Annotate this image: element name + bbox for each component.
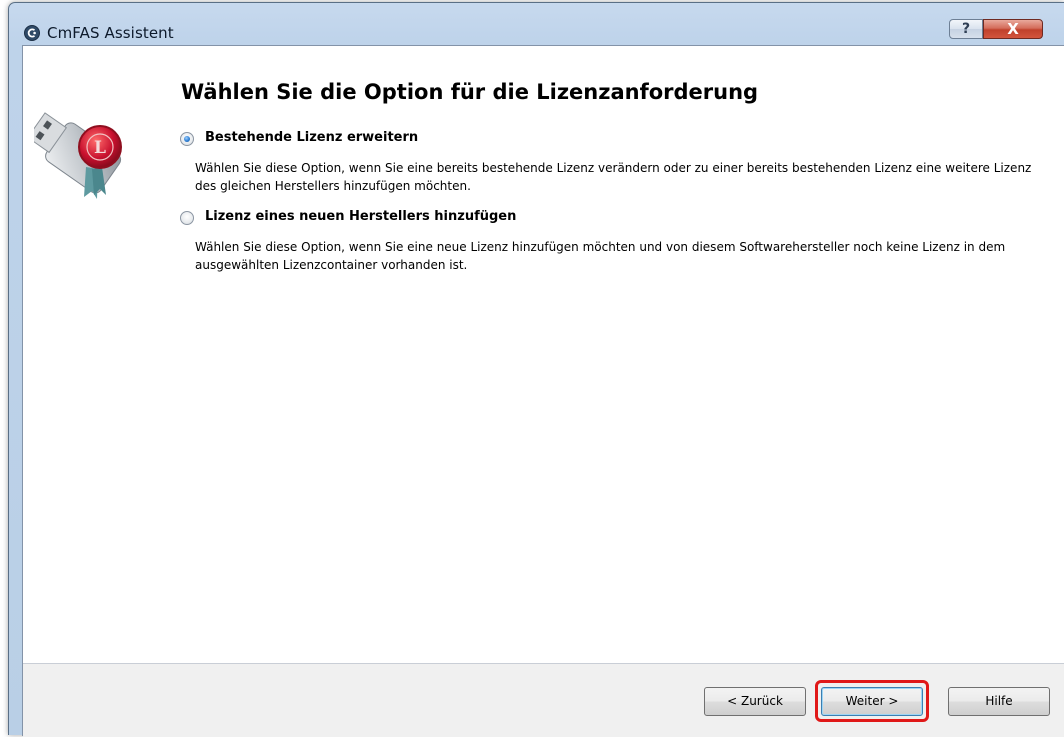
radio-selected-dot [184,136,190,142]
button-bar: < Zurück Weiter > Hilfe [23,664,1064,737]
back-button[interactable]: < Zurück [704,687,806,716]
svg-text:L: L [94,138,106,158]
option-new-vendor-description: Wählen Sie diese Option, wenn Sie eine n… [195,240,1006,272]
wizard-page: L Wählen Sie die Option für die Lizenzan… [22,45,1064,737]
page-title: Wählen Sie die Option für die Lizenzanfo… [181,80,759,104]
usb-dongle-license-seal-icon: L [34,112,122,199]
radio-new-vendor[interactable] [180,211,194,225]
next-button-highlight [815,680,929,722]
help-button[interactable]: Hilfe [948,687,1050,716]
assistant-window: CmFAS Assistent ? X L Wählen Sie die Opt… [8,2,1064,737]
window-title: CmFAS Assistent [47,24,174,42]
help-icon[interactable]: ? [949,19,983,39]
close-icon[interactable]: X [983,19,1043,39]
radio-extend-license[interactable] [180,132,194,146]
option-extend-license-label[interactable]: Bestehende Lizenz erweitern [205,130,418,145]
option-new-vendor-label[interactable]: Lizenz eines neuen Herstellers hinzufüge… [205,209,516,224]
app-icon[interactable] [24,25,40,41]
title-bar[interactable]: CmFAS Assistent ? X [9,3,1064,43]
option-extend-license-description: Wählen Sie diese Option, wenn Sie eine b… [195,161,1032,193]
